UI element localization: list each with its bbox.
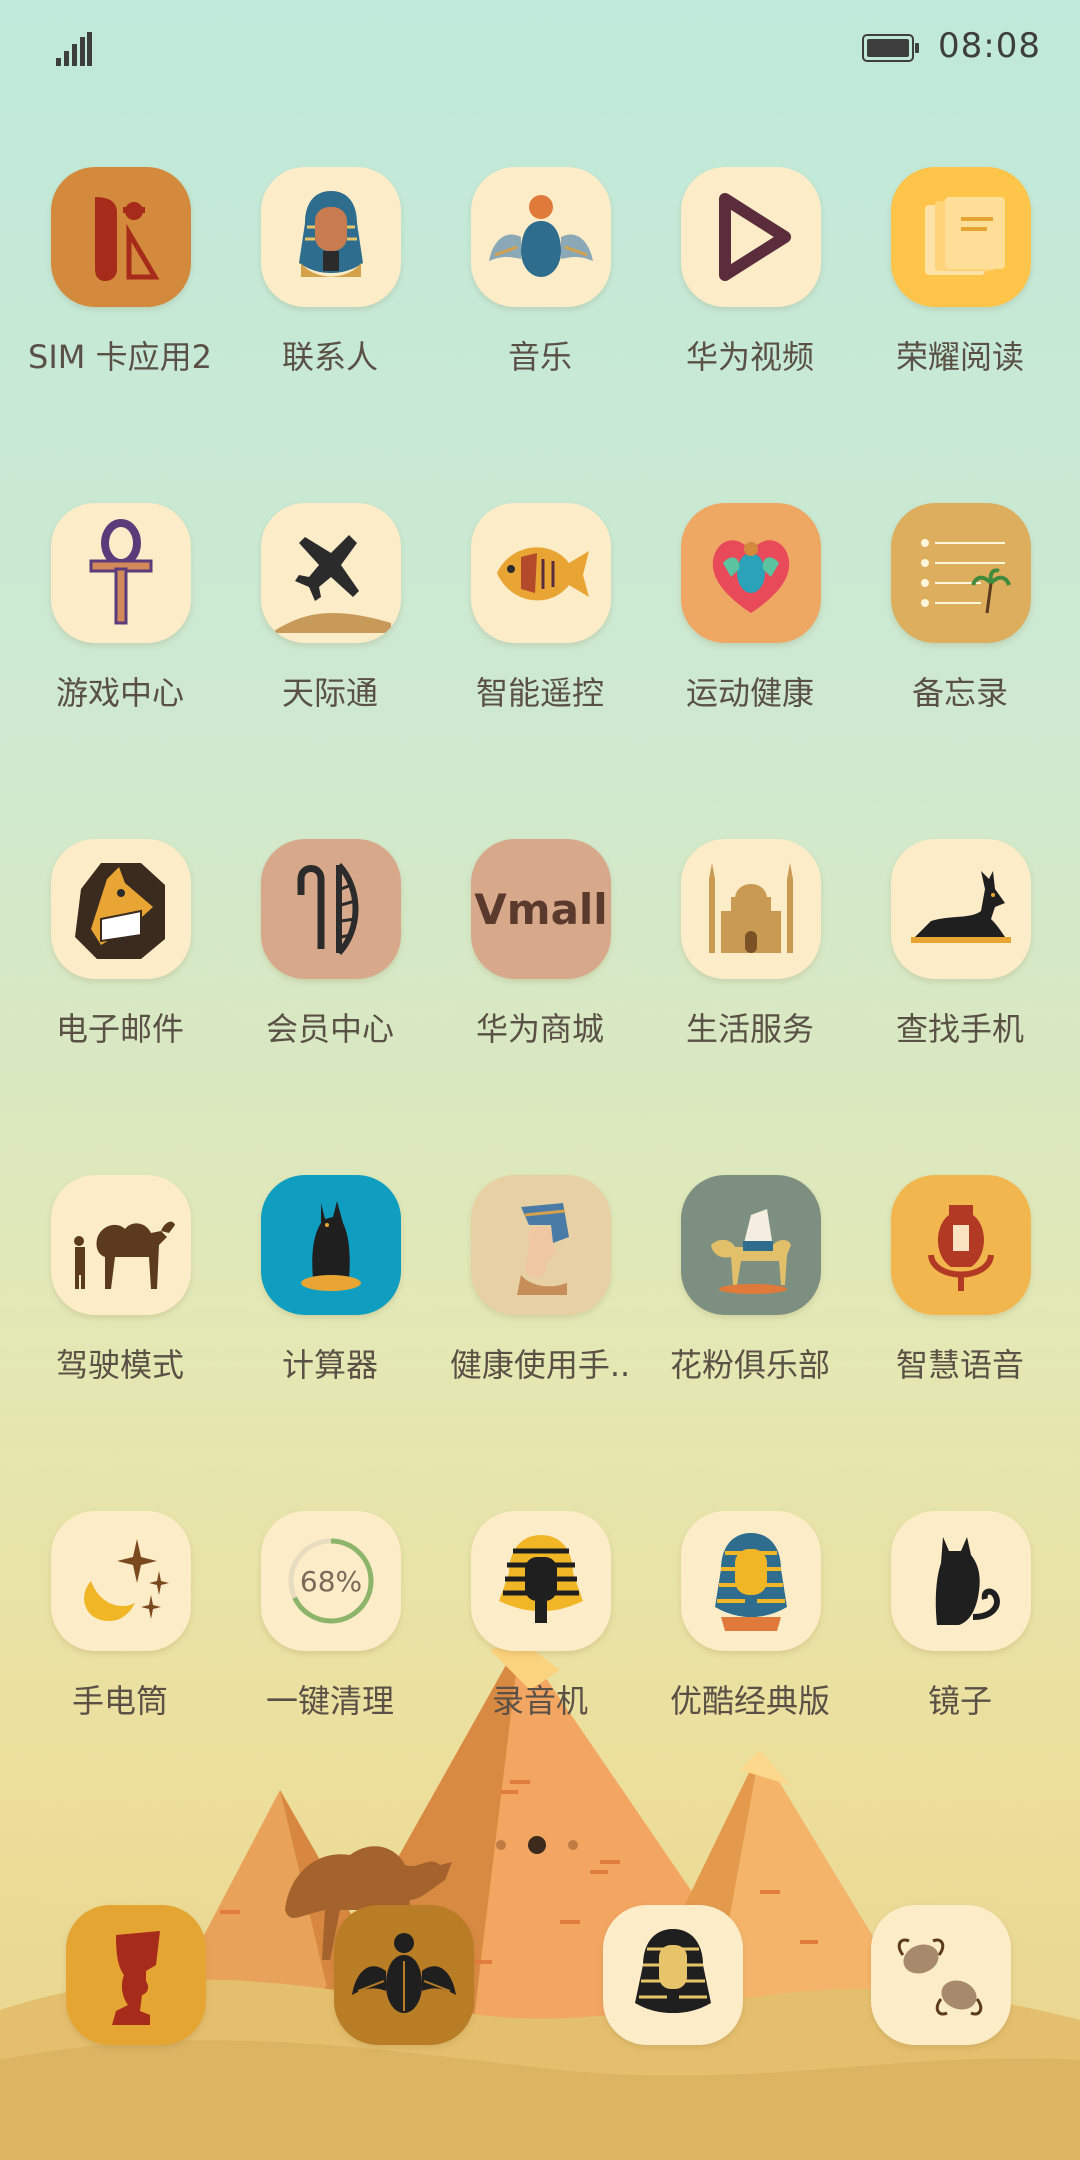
app-huawei-video[interactable]: 华为视频 bbox=[630, 167, 840, 417]
page-indicator[interactable] bbox=[496, 1836, 586, 1856]
cleanup-ring-icon: 68% bbox=[261, 1511, 401, 1651]
battery-icon bbox=[862, 34, 919, 62]
app-label: 镜子 bbox=[927, 1682, 992, 1720]
sim-card-icon bbox=[51, 167, 191, 307]
app-youku-classic[interactable]: 优酷经典版 bbox=[630, 1511, 840, 1761]
app-music[interactable]: 音乐 bbox=[420, 167, 630, 417]
camel-trader-icon bbox=[681, 1175, 821, 1315]
fish-icon bbox=[471, 503, 611, 643]
app-member-center[interactable]: 会员中心 bbox=[210, 839, 420, 1089]
dock bbox=[0, 1905, 1080, 2065]
dock-app-camera[interactable] bbox=[820, 1905, 1030, 2045]
play-icon bbox=[681, 167, 821, 307]
app-contacts[interactable]: 联系人 bbox=[210, 167, 420, 417]
app-recorder[interactable]: 录音机 bbox=[420, 1511, 630, 1761]
app-find-phone[interactable]: 查找手机 bbox=[840, 839, 1050, 1089]
dung-beetles-icon bbox=[871, 1905, 1011, 2045]
app-smart-remote[interactable]: 智能遥控 bbox=[420, 503, 630, 753]
dock-app-messages[interactable] bbox=[552, 1905, 762, 2045]
app-healthy-usage[interactable]: 健康使用手.. bbox=[420, 1175, 630, 1425]
notes-palm-icon bbox=[891, 503, 1031, 643]
airplane-icon bbox=[261, 503, 401, 643]
vmall-icon: Vmall bbox=[471, 839, 611, 979]
page-dot-1[interactable] bbox=[496, 1840, 506, 1850]
app-fans-club[interactable]: 花粉俱乐部 bbox=[630, 1175, 840, 1425]
book-icon bbox=[891, 167, 1031, 307]
vmall-logo-text: Vmall bbox=[474, 884, 608, 934]
vase-mic-icon bbox=[891, 1175, 1031, 1315]
anubis-head-icon bbox=[51, 839, 191, 979]
bastet-cat-icon bbox=[261, 1175, 401, 1315]
mosque-icon bbox=[681, 839, 821, 979]
app-sim-card[interactable]: SIM 卡应用2 bbox=[0, 167, 212, 417]
anubis-jackal-icon bbox=[891, 839, 1031, 979]
app-label: 备忘录 bbox=[911, 674, 1008, 712]
app-health[interactable]: 运动健康 bbox=[630, 503, 840, 753]
app-game-center[interactable]: 游戏中心 bbox=[0, 503, 210, 753]
app-flashlight[interactable]: 手电筒 bbox=[0, 1511, 210, 1761]
page-dot-3[interactable] bbox=[568, 1840, 578, 1850]
status-time: 08:08 bbox=[938, 26, 1041, 66]
pharaoh-bust-icon bbox=[261, 167, 401, 307]
nefertiti-icon bbox=[471, 1175, 611, 1315]
moon-stars-icon bbox=[51, 1511, 191, 1651]
pharaoh-mask-icon bbox=[471, 1511, 611, 1651]
app-label: 荣耀阅读 bbox=[895, 338, 1024, 376]
app-one-tap-cleanup[interactable]: 68% 一键清理 bbox=[210, 1511, 420, 1761]
app-email[interactable]: 电子邮件 bbox=[0, 839, 210, 1089]
dock-app-phone[interactable] bbox=[15, 1905, 225, 2045]
scarab-heart-icon bbox=[681, 503, 821, 643]
winged-beetle-icon bbox=[334, 1905, 474, 2045]
tutankhamun-icon bbox=[681, 1511, 821, 1651]
app-life-services[interactable]: 生活服务 bbox=[630, 839, 840, 1089]
app-label: 查找手机 bbox=[895, 1010, 1024, 1048]
app-honor-reading[interactable]: 荣耀阅读 bbox=[840, 167, 1050, 417]
app-notes[interactable]: 备忘录 bbox=[840, 503, 1050, 753]
camel-rider-icon bbox=[51, 1175, 191, 1315]
app-calculator[interactable]: 计算器 bbox=[210, 1175, 420, 1425]
app-driving-mode[interactable]: 驾驶模式 bbox=[0, 1175, 210, 1425]
app-vmall[interactable]: Vmall 华为商城 bbox=[420, 839, 630, 1089]
signal-strength-icon bbox=[56, 32, 92, 66]
black-cat-icon bbox=[891, 1511, 1031, 1651]
hieroglyph-icon bbox=[261, 839, 401, 979]
ankh-icon bbox=[51, 503, 191, 643]
dock-app-contacts[interactable] bbox=[283, 1905, 493, 2045]
app-smart-voice[interactable]: 智慧语音 bbox=[840, 1175, 1050, 1425]
nefertiti-silhouette-icon bbox=[66, 1905, 206, 2045]
app-skytone[interactable]: 天际通 bbox=[210, 503, 420, 753]
app-label: 智慧语音 bbox=[895, 1346, 1024, 1384]
app-mirror[interactable]: 镜子 bbox=[840, 1511, 1050, 1761]
pharaoh-head-icon bbox=[603, 1905, 743, 2045]
cleanup-percent: 68% bbox=[299, 1564, 363, 1598]
winged-scarab-icon bbox=[471, 167, 611, 307]
status-bar: 08:08 bbox=[0, 0, 1080, 100]
page-dot-2-active[interactable] bbox=[528, 1836, 546, 1854]
